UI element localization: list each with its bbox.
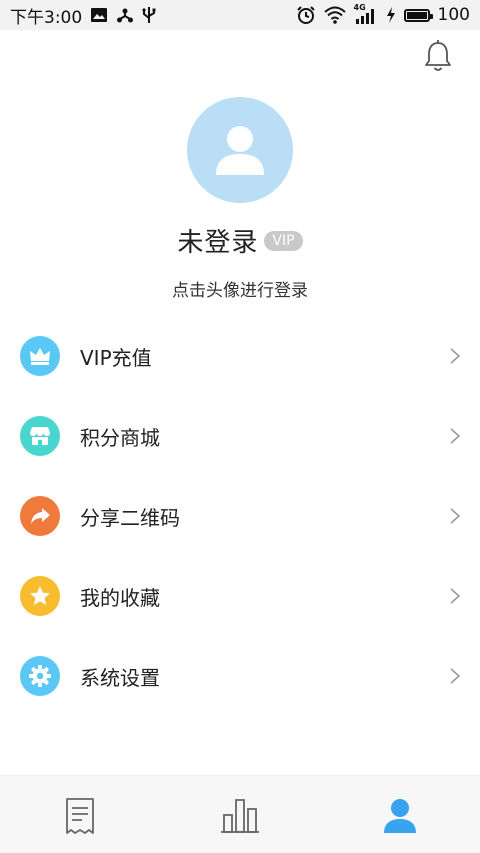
gear-icon [20,656,60,696]
menu-item-vip-recharge[interactable]: VIP充值 [0,316,480,396]
menu-item-label: 系统设置 [80,665,160,690]
status-right: 4G 100 [296,3,470,25]
bottom-nav [0,775,480,853]
menu-item-label: VIP充值 [80,345,152,370]
network-type: 4G [353,3,366,12]
user-name-row: 未登录 VIP [0,222,480,259]
menu-item-points-mall[interactable]: 积分商城 [0,396,480,476]
battery-level: 100 [437,5,470,25]
user-silhouette-icon [216,126,264,175]
usb-icon [142,6,156,24]
user-name: 未登录 [177,228,259,258]
bell-icon[interactable] [420,38,456,74]
store-icon [20,416,60,456]
chevron-right-icon [450,668,461,684]
image-icon [90,7,108,23]
share-icon [116,7,134,23]
tab-chart[interactable] [220,796,260,836]
chevron-right-icon [450,508,461,524]
alarm-icon [296,5,316,25]
menu-item-label: 分享二维码 [80,505,180,530]
signal-icon: 4G [353,3,378,25]
tab-receipt[interactable] [60,796,100,836]
status-left: 下午3:00 [10,3,156,28]
charging-icon [386,7,396,23]
status-bar: 下午3:00 4G 100 [0,0,480,30]
star-icon [20,576,60,616]
menu-item-share-qrcode[interactable]: 分享二维码 [0,476,480,556]
login-hint[interactable]: 点击头像进行登录 [0,276,480,301]
avatar[interactable] [187,97,293,203]
status-time: 下午3:00 [10,7,83,28]
chart-bars-icon [221,799,259,833]
user-icon [384,799,416,833]
menu-list: VIP充值 积分商城 分享二维码 我的收藏 系统设置 [0,316,480,716]
menu-item-label: 积分商城 [80,425,160,450]
menu-item-favorites[interactable]: 我的收藏 [0,556,480,636]
share-arrow-icon [20,496,60,536]
vip-badge: VIP [264,230,303,251]
wifi-icon [323,6,346,24]
menu-item-settings[interactable]: 系统设置 [0,636,480,716]
receipt-icon [66,798,94,834]
chevron-right-icon [450,588,461,604]
battery-icon [403,8,433,22]
tab-profile[interactable] [380,796,420,836]
chevron-right-icon [450,428,461,444]
menu-item-label: 我的收藏 [80,585,160,610]
crown-icon [20,336,60,376]
chevron-right-icon [450,348,461,364]
